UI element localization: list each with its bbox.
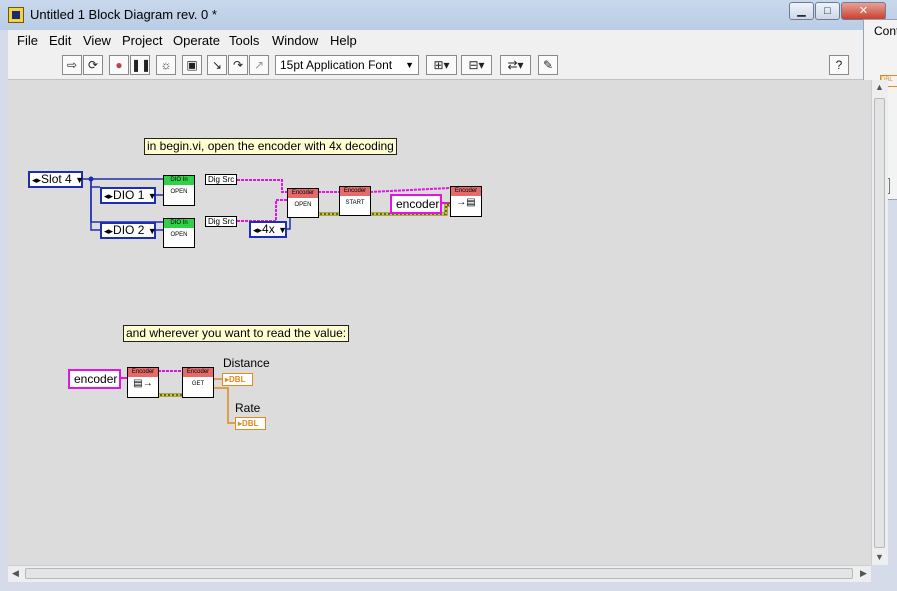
dig-src-tag-1[interactable]: Dig Src [205, 174, 238, 185]
dig-src-tag-2[interactable]: Dig Src [205, 216, 238, 227]
rate-indicator[interactable]: ▸DBL [235, 417, 266, 430]
chevron-down-icon: ▼ [147, 226, 157, 236]
node-header: DIO In [164, 176, 194, 185]
node-header: Encoder [340, 187, 370, 196]
comment-begin[interactable]: in begin.vi, open the encoder with 4x de… [144, 138, 397, 155]
ring-arrows-icon: ◂▸ [253, 225, 263, 235]
dio2-constant[interactable]: ◂▸DIO 2 ▼ [100, 222, 157, 239]
dio1-constant[interactable]: ◂▸DIO 1 ▼ [100, 187, 157, 204]
node-header: Encoder [183, 368, 213, 377]
convert-icon: ▤→ [133, 378, 153, 389]
distance-indicator[interactable]: ▸DBL [222, 373, 253, 386]
scroll-left-icon[interactable]: ◀ [8, 566, 23, 581]
rate-label: Rate [235, 401, 261, 415]
ring-arrows-icon: ◂▸ [104, 191, 114, 201]
horizontal-scrollbar[interactable]: ◀ ▶ [8, 565, 871, 582]
dio1-label: DIO 1 [113, 188, 145, 202]
dbl-type-label: DBL [242, 419, 259, 428]
encoder-reference-indicator[interactable]: encoder [390, 194, 442, 214]
slot-label: Slot 4 [41, 172, 72, 186]
ring-arrows-icon: ◂▸ [32, 175, 42, 185]
node-header: Encoder [451, 187, 481, 196]
encoder-open-node[interactable]: Encoder OPEN [287, 188, 319, 218]
chevron-down-icon: ▼ [147, 191, 157, 201]
encoder-to-reference-node[interactable]: Encoder →▤ [450, 186, 482, 217]
encoder-start-node[interactable]: Encoder START [339, 186, 371, 216]
node-label: OPEN [294, 202, 312, 208]
horizontal-scroll-thumb[interactable] [25, 568, 853, 579]
node-label: OPEN [170, 189, 188, 195]
scroll-up-icon[interactable]: ▲ [872, 80, 887, 95]
node-label: START [345, 200, 365, 206]
reference-to-encoder-node[interactable]: Encoder ▤→ [127, 367, 159, 398]
node-label: OPEN [170, 232, 188, 238]
convert-icon: →▤ [456, 197, 476, 208]
vertical-scroll-thumb[interactable] [874, 98, 885, 548]
ring-arrows-icon: ◂▸ [104, 226, 114, 236]
dio-in-open-node-2[interactable]: DIO In OPEN [163, 218, 195, 248]
decoding-constant[interactable]: ◂▸4x ▼ [249, 221, 287, 238]
comment-read-value[interactable]: and wherever you want to read the value: [123, 325, 350, 342]
node-label: GET [191, 381, 205, 387]
encoder-get-node[interactable]: Encoder GET [182, 367, 214, 398]
encoder-reference-control[interactable]: encoder [68, 369, 121, 389]
slot-constant[interactable]: ◂▸Slot 4 ▼ [28, 171, 84, 188]
scroll-down-icon[interactable]: ▼ [872, 550, 887, 565]
node-header: Encoder [288, 189, 318, 198]
wires [83, 176, 451, 424]
dbl-type-label: DBL [229, 375, 246, 384]
node-header: Encoder [128, 368, 158, 377]
chevron-down-icon: ▼ [75, 175, 84, 185]
dio-in-open-node-1[interactable]: DIO In OPEN [163, 175, 195, 206]
dio2-label: DIO 2 [113, 223, 145, 237]
chevron-down-icon: ▼ [278, 225, 287, 235]
node-header: DIO In [164, 219, 194, 228]
vertical-scrollbar[interactable]: ▲ ▼ [871, 80, 888, 565]
scroll-right-icon[interactable]: ▶ [856, 566, 871, 581]
decoding-label: 4x [262, 222, 275, 236]
distance-label: Distance [223, 356, 270, 370]
